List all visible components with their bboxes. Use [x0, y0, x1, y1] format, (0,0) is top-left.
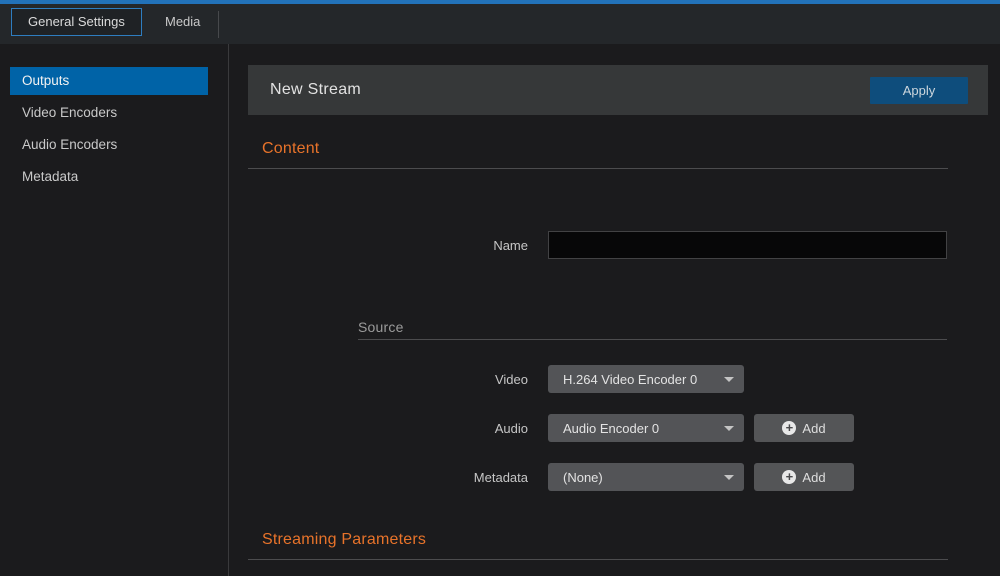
section-divider [248, 168, 948, 169]
add-metadata-button[interactable]: + Add [754, 463, 854, 491]
top-tab-bar: General Settings Media [0, 4, 1000, 44]
audio-row: Audio Audio Encoder 0 + Add [248, 414, 988, 442]
chevron-down-icon [724, 426, 734, 431]
chevron-down-icon [724, 377, 734, 382]
tab-bar-divider [218, 11, 219, 38]
add-audio-button[interactable]: + Add [754, 414, 854, 442]
metadata-source-selected: (None) [563, 470, 724, 485]
add-metadata-label: Add [802, 470, 825, 485]
audio-source-selected: Audio Encoder 0 [563, 421, 724, 436]
metadata-source-dropdown[interactable]: (None) [548, 463, 744, 491]
apply-button[interactable]: Apply [870, 77, 968, 104]
metadata-label: Metadata [248, 470, 528, 485]
video-row: Video H.264 Video Encoder 0 [248, 365, 988, 393]
tab-general-settings[interactable]: General Settings [11, 8, 142, 36]
video-source-dropdown[interactable]: H.264 Video Encoder 0 [548, 365, 744, 393]
add-audio-label: Add [802, 421, 825, 436]
sidebar-divider [228, 44, 229, 576]
page-title: New Stream [270, 81, 361, 99]
video-label: Video [248, 372, 528, 387]
name-label: Name [248, 238, 528, 253]
plus-circle-icon: + [782, 470, 796, 484]
tab-media[interactable]: Media [148, 8, 217, 36]
sidebar-item-outputs[interactable]: Outputs [10, 67, 208, 95]
section-divider [248, 559, 948, 560]
plus-circle-icon: + [782, 421, 796, 435]
sidebar-nav: Outputs Video Encoders Audio Encoders Me… [0, 44, 228, 576]
video-source-selected: H.264 Video Encoder 0 [563, 372, 724, 387]
audio-source-dropdown[interactable]: Audio Encoder 0 [548, 414, 744, 442]
panel-header: New Stream Apply [248, 65, 988, 115]
name-input[interactable] [548, 231, 947, 259]
main-panel: New Stream Apply Content Name Source Vid… [248, 44, 988, 560]
sidebar-item-audio-encoders[interactable]: Audio Encoders [10, 131, 208, 159]
chevron-down-icon [724, 475, 734, 480]
audio-label: Audio [248, 421, 528, 436]
section-heading-content: Content [262, 140, 988, 158]
sidebar-item-metadata[interactable]: Metadata [10, 163, 208, 191]
source-divider [358, 339, 947, 340]
sidebar-item-video-encoders[interactable]: Video Encoders [10, 99, 208, 127]
metadata-row: Metadata (None) + Add [248, 463, 988, 491]
section-heading-streaming-parameters: Streaming Parameters [262, 531, 988, 549]
source-subheading: Source [358, 319, 988, 335]
name-row: Name [248, 231, 988, 259]
